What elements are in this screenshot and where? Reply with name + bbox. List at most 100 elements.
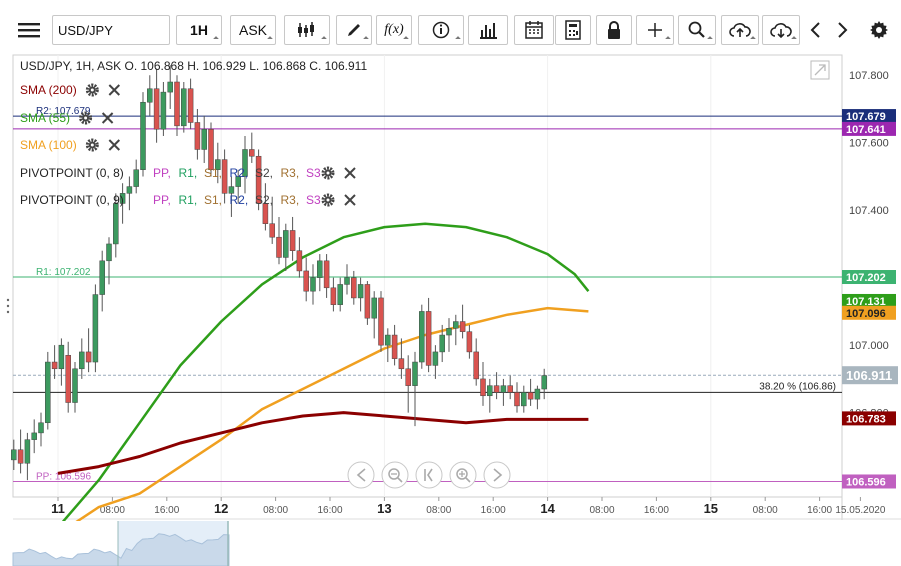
candle-body	[487, 385, 493, 397]
candle-body	[323, 260, 330, 289]
candle-body	[194, 122, 201, 150]
candle-body	[412, 361, 418, 386]
legend-indicator-label: SMA (55)	[20, 111, 70, 125]
legend-pivot-level: S2,	[255, 166, 273, 180]
candle-body	[58, 344, 65, 370]
price-chart[interactable]: 107.800107.600107.400107.200107.000106.8…	[0, 0, 901, 566]
legend-pivot-level: R1,	[179, 193, 198, 207]
candle-body	[133, 169, 139, 187]
candle-body	[92, 294, 99, 363]
candle-body	[296, 250, 303, 272]
y-tick-label: 107.800	[849, 70, 889, 82]
x-tick-label: 08:00	[263, 505, 288, 516]
legend-ohlc: USD/JPY, 1H, ASK O. 106.868 H. 106.929 L…	[20, 59, 367, 73]
candle-body	[31, 432, 37, 440]
candle-body	[378, 297, 384, 346]
legend-pivot-level: R1,	[179, 166, 198, 180]
candle-body	[303, 270, 309, 292]
sma-price-label: 106.783	[846, 413, 886, 425]
resize-handle[interactable]	[6, 298, 10, 314]
candle-body	[38, 422, 44, 434]
candle-body	[439, 334, 445, 353]
candle-body	[187, 88, 194, 123]
arrow-right-icon[interactable]	[483, 461, 511, 489]
plot-area	[12, 54, 843, 498]
candle-body	[276, 236, 282, 258]
level-price-label: 107.641	[846, 124, 886, 136]
candle-body	[147, 88, 153, 103]
candle-body	[153, 88, 160, 130]
candle-body	[337, 284, 343, 305]
x-tick-label: 16:00	[481, 505, 506, 516]
candle-body	[493, 385, 500, 393]
legend-pivot-level: PP,	[153, 166, 171, 180]
navigator[interactable]	[12, 521, 901, 566]
candle-body	[466, 331, 473, 353]
x-tick-label: 08:00	[753, 505, 778, 516]
candle-body	[507, 385, 513, 393]
candle-body	[99, 260, 105, 295]
candle-body	[521, 392, 527, 407]
candle-body	[106, 243, 112, 262]
legend-pivot-level: R3,	[281, 166, 300, 180]
candle-body	[283, 230, 289, 258]
candle-body	[126, 186, 133, 194]
candle-body	[371, 297, 377, 319]
candle-body	[269, 223, 275, 238]
x-tick-label: 11	[51, 501, 65, 516]
legend-pivot-level: S1,	[204, 193, 222, 207]
x-tick-label: 15	[704, 501, 718, 516]
legend-pivot-level: S2,	[255, 193, 273, 207]
level-price-label: 107.679	[846, 111, 886, 123]
candle-body	[405, 368, 411, 386]
x-tick-label: 08:00	[426, 505, 451, 516]
candle-body	[85, 351, 92, 363]
candle-body	[473, 351, 479, 380]
candle-body	[391, 334, 398, 359]
legend-pivot-level: PP,	[153, 193, 171, 207]
candle-body	[221, 159, 228, 194]
x-tick-label: 12	[214, 501, 228, 516]
candle-body	[167, 81, 173, 93]
zoom-in-icon[interactable]	[449, 461, 477, 489]
level-price-label: 107.202	[846, 272, 886, 284]
candle-body	[500, 385, 507, 393]
candle-body	[24, 439, 31, 464]
zoom-out-icon[interactable]	[381, 461, 409, 489]
x-tick-label: 16:00	[807, 505, 832, 516]
candle-body	[208, 128, 214, 170]
candle-body	[160, 91, 167, 130]
x-tick-label: 13	[377, 501, 391, 516]
candle-body	[140, 101, 146, 170]
x-tick-label: 15.05.2020	[835, 505, 885, 516]
candle-body	[364, 284, 371, 319]
level-label: R1: 107.202	[36, 267, 91, 278]
x-tick-label: 08:00	[589, 505, 614, 516]
candle-body	[11, 449, 17, 461]
candle-body	[65, 355, 71, 403]
fit-icon[interactable]	[415, 461, 443, 489]
candle-body	[419, 311, 425, 363]
sma-price-label: 107.096	[846, 308, 886, 320]
candle-body	[459, 321, 466, 332]
last-price-label: 106.911	[846, 368, 892, 383]
candle-body	[398, 358, 405, 370]
candle-body	[201, 128, 207, 150]
legend-indicator-label: SMA (200)	[20, 83, 77, 97]
legend-pivot-level: S3	[306, 193, 321, 207]
candle-body	[45, 361, 51, 424]
candle-body	[446, 328, 452, 336]
candle-body	[514, 392, 520, 407]
x-tick-label: 16:00	[317, 505, 342, 516]
arrow-left-icon[interactable]	[347, 461, 375, 489]
candle-body	[351, 277, 357, 299]
candle-body	[527, 392, 534, 400]
candle-body	[181, 88, 187, 127]
fib-label: 38.20 % (106.86)	[759, 381, 836, 392]
legend-indicator-label: PIVOTPOINT (0, 8)	[20, 166, 124, 180]
legend-pivot-level: S1,	[204, 166, 222, 180]
candle-body	[113, 203, 119, 245]
candle-body	[72, 368, 78, 403]
y-tick-label: 107.000	[849, 340, 889, 352]
legend-pivot-level: R2,	[230, 166, 249, 180]
